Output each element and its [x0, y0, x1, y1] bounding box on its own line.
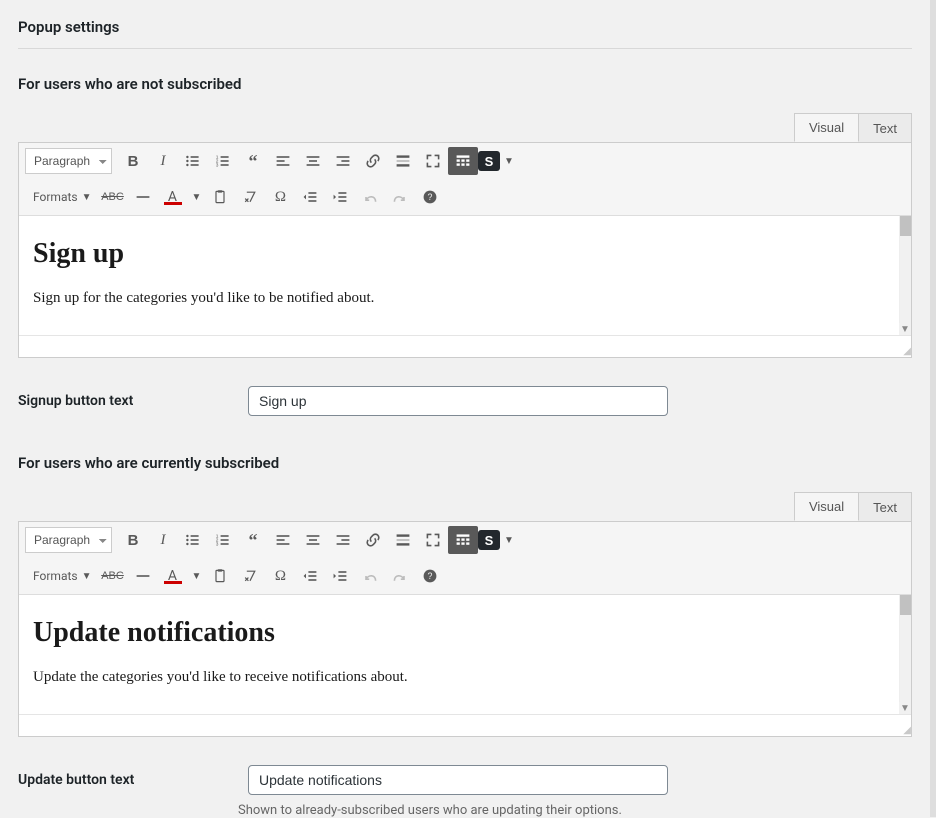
redo-icon[interactable]	[385, 183, 415, 211]
tab-text[interactable]: Text	[858, 113, 912, 142]
paste-text-icon[interactable]	[205, 183, 235, 211]
formats-dropdown[interactable]: Formats▼	[25, 562, 98, 590]
outdent-icon[interactable]	[295, 183, 325, 211]
section-not-subscribed: For users who are not subscribed	[18, 49, 912, 105]
strikethrough-icon[interactable]: ABC	[98, 562, 128, 590]
paste-text-icon[interactable]	[205, 562, 235, 590]
svg-text:?: ?	[428, 571, 433, 581]
svg-text:3: 3	[216, 542, 219, 548]
undo-icon[interactable]	[355, 183, 385, 211]
link-icon[interactable]	[358, 526, 388, 554]
scrollbar[interactable]	[899, 216, 911, 323]
editor-subscribed: Visual Text Paragraph B I 123 “ S	[18, 492, 912, 737]
tab-visual[interactable]: Visual	[794, 492, 859, 521]
align-right-icon[interactable]	[328, 147, 358, 175]
indent-icon[interactable]	[325, 562, 355, 590]
bullet-list-icon[interactable]	[178, 526, 208, 554]
blockquote-icon[interactable]: “	[238, 147, 268, 175]
italic-icon[interactable]: I	[148, 147, 178, 175]
help-icon[interactable]: ?	[415, 183, 445, 211]
scrollbar[interactable]	[899, 595, 911, 702]
toolbar-toggle-icon[interactable]	[448, 526, 478, 554]
read-more-icon[interactable]	[388, 147, 418, 175]
align-center-icon[interactable]	[298, 526, 328, 554]
indent-icon[interactable]	[325, 183, 355, 211]
clear-formatting-icon[interactable]	[235, 183, 265, 211]
resize-grip-icon[interactable]: ◢	[903, 349, 909, 355]
bold-icon[interactable]: B	[118, 147, 148, 175]
read-more-icon[interactable]	[388, 526, 418, 554]
update-button-text-label: Update button text	[18, 772, 238, 788]
text-color-icon[interactable]: A	[158, 562, 188, 590]
help-icon[interactable]: ?	[415, 562, 445, 590]
formats-dropdown[interactable]: Formats▼	[25, 183, 98, 211]
signup-button-text-label: Signup button text	[18, 393, 238, 409]
signup-button-text-input[interactable]	[248, 386, 668, 416]
svg-text:3: 3	[216, 163, 219, 169]
link-icon[interactable]	[358, 147, 388, 175]
outdent-icon[interactable]	[295, 562, 325, 590]
svg-text:?: ?	[428, 192, 433, 202]
bullet-list-icon[interactable]	[178, 147, 208, 175]
editor-body: Sign up for the categories you'd like to…	[33, 290, 897, 307]
special-char-icon[interactable]: Ω	[265, 183, 295, 211]
clear-formatting-icon[interactable]	[235, 562, 265, 590]
text-color-dropdown-icon[interactable]: ▼	[188, 192, 206, 203]
editor-content-area[interactable]: Update notifications Update the categori…	[19, 595, 911, 714]
editor-heading: Sign up	[33, 238, 897, 270]
editor-content-area[interactable]: Sign up Sign up for the categories you'd…	[19, 216, 911, 335]
horizontal-rule-icon[interactable]	[128, 562, 158, 590]
align-left-icon[interactable]	[268, 526, 298, 554]
horizontal-rule-icon[interactable]	[128, 183, 158, 211]
numbered-list-icon[interactable]: 123	[208, 147, 238, 175]
numbered-list-icon[interactable]: 123	[208, 526, 238, 554]
editor-body: Update the categories you'd like to rece…	[33, 669, 897, 686]
update-button-helper: Shown to already-subscribed users who ar…	[238, 803, 912, 818]
text-color-icon[interactable]: A	[158, 183, 188, 211]
undo-icon[interactable]	[355, 562, 385, 590]
shortcode-dropdown-icon[interactable]: ▼	[500, 535, 518, 546]
paragraph-select[interactable]: Paragraph	[25, 148, 112, 174]
status-bar: ◢	[19, 714, 911, 736]
shortcode-dropdown-icon[interactable]: ▼	[500, 156, 518, 167]
blockquote-icon[interactable]: “	[238, 526, 268, 554]
editor-not-subscribed: Visual Text Paragraph B I 123 “	[18, 113, 912, 358]
strikethrough-icon[interactable]: ABC	[98, 183, 128, 211]
align-center-icon[interactable]	[298, 147, 328, 175]
update-button-text-input[interactable]	[248, 765, 668, 795]
shortcode-icon[interactable]: S	[478, 151, 500, 171]
section-popup-settings: Popup settings	[18, 0, 912, 49]
align-left-icon[interactable]	[268, 147, 298, 175]
status-bar: ◢	[19, 335, 911, 357]
paragraph-select[interactable]: Paragraph	[25, 527, 112, 553]
text-color-dropdown-icon[interactable]: ▼	[188, 571, 206, 582]
redo-icon[interactable]	[385, 562, 415, 590]
tab-text[interactable]: Text	[858, 492, 912, 521]
toolbar-toggle-icon[interactable]	[448, 147, 478, 175]
bold-icon[interactable]: B	[118, 526, 148, 554]
resize-grip-icon[interactable]: ◢	[903, 728, 909, 734]
fullscreen-icon[interactable]	[418, 526, 448, 554]
editor-heading: Update notifications	[33, 617, 897, 649]
tab-visual[interactable]: Visual	[794, 113, 859, 142]
scroll-down-icon[interactable]: ▼	[899, 323, 911, 335]
section-subscribed: For users who are currently subscribed	[18, 416, 912, 484]
align-right-icon[interactable]	[328, 526, 358, 554]
italic-icon[interactable]: I	[148, 526, 178, 554]
special-char-icon[interactable]: Ω	[265, 562, 295, 590]
fullscreen-icon[interactable]	[418, 147, 448, 175]
shortcode-icon[interactable]: S	[478, 530, 500, 550]
scroll-down-icon[interactable]: ▼	[899, 702, 911, 714]
